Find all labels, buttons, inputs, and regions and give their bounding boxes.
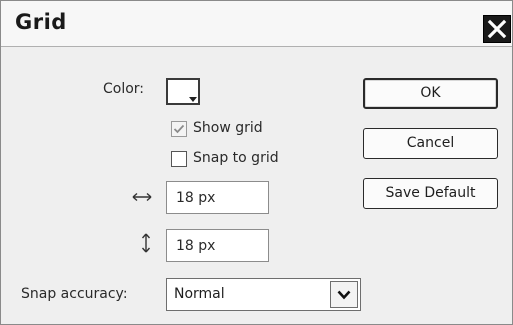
save-default-button[interactable]: Save Default bbox=[363, 178, 498, 209]
vertical-spacing-input[interactable] bbox=[166, 229, 269, 262]
snap-to-grid-label: Snap to grid bbox=[193, 150, 279, 166]
snap-accuracy-select[interactable]: Normal bbox=[166, 278, 361, 311]
vertical-arrows-icon bbox=[141, 233, 151, 253]
swatch-dropdown-icon bbox=[189, 97, 197, 102]
chevron-down-icon bbox=[337, 290, 351, 300]
color-label: Color: bbox=[103, 81, 145, 97]
close-icon bbox=[487, 19, 507, 39]
cancel-button[interactable]: Cancel bbox=[363, 128, 498, 159]
snap-to-grid-checkbox[interactable] bbox=[171, 151, 187, 167]
horizontal-spacing-input[interactable] bbox=[166, 181, 269, 214]
snap-accuracy-label: Snap accuracy: bbox=[21, 286, 128, 302]
close-button[interactable] bbox=[483, 15, 511, 43]
grid-color-swatch[interactable] bbox=[166, 78, 200, 105]
dialog-title: Grid bbox=[15, 10, 67, 34]
checkmark-icon bbox=[173, 124, 185, 134]
show-grid-checkbox[interactable] bbox=[171, 121, 187, 137]
snap-accuracy-value: Normal bbox=[174, 286, 225, 302]
title-bar: Grid bbox=[1, 1, 512, 47]
grid-dialog: Grid Color: Show grid Snap to grid Snap … bbox=[0, 0, 513, 325]
show-grid-label: Show grid bbox=[193, 120, 263, 136]
snap-accuracy-dropdown-button[interactable] bbox=[330, 281, 358, 308]
ok-button[interactable]: OK bbox=[363, 78, 498, 109]
horizontal-arrows-icon bbox=[132, 192, 152, 202]
